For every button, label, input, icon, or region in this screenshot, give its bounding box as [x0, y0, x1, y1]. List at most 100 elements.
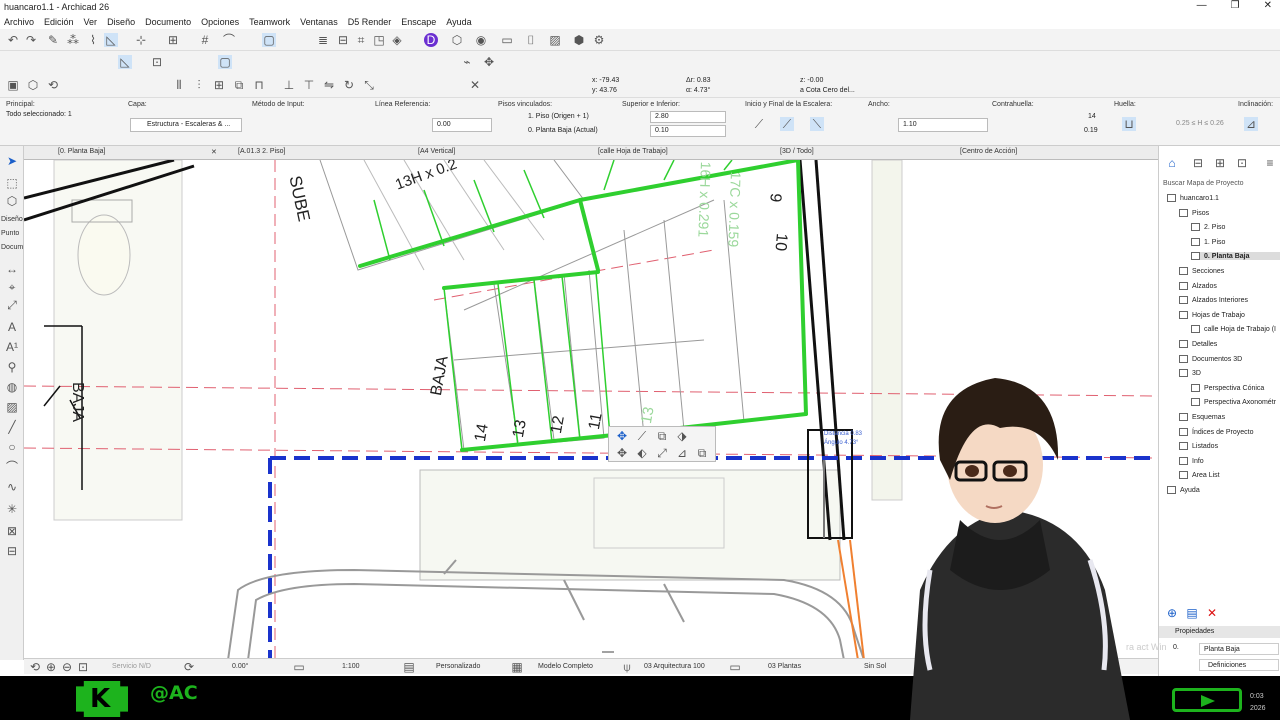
- tree-item[interactable]: Índices de Proyecto: [1179, 427, 1253, 436]
- settings-gear-icon[interactable]: ⚙: [592, 33, 606, 47]
- layer-combination[interactable]: Personalizado: [436, 663, 480, 670]
- lock-icon[interactable]: ⊓: [252, 78, 266, 92]
- tree-item[interactable]: Info: [1179, 456, 1204, 465]
- move-up-icon[interactable]: ⊥: [282, 78, 296, 92]
- tread-icon[interactable]: ⊔: [1122, 117, 1136, 131]
- offset-icon[interactable]: ✥: [615, 446, 629, 460]
- tab-2-piso[interactable]: [A.01.3 2. Piso]: [238, 148, 285, 155]
- hatch-icon[interactable]: ▨: [5, 400, 19, 414]
- menu-enscape[interactable]: Enscape: [401, 17, 436, 27]
- image-icon[interactable]: ▨: [548, 33, 562, 47]
- marquee-tool-icon[interactable]: ⬚: [5, 176, 19, 190]
- menu-d5render[interactable]: D5 Render: [348, 17, 392, 27]
- definitions-button[interactable]: Definiciones: [1199, 659, 1279, 671]
- stretch-icon[interactable]: ⬖: [635, 446, 649, 460]
- layer-settings-icon[interactable]: ≣: [316, 33, 330, 47]
- eyedropper-icon[interactable]: ⌇: [86, 33, 100, 47]
- orientation-angle[interactable]: 0.00°: [232, 663, 248, 670]
- fill-icon[interactable]: ◍: [5, 380, 19, 394]
- line-icon[interactable]: ╱: [5, 420, 19, 434]
- move-down-icon[interactable]: ⊤: [302, 78, 316, 92]
- arrow-tool-icon[interactable]: ➤: [5, 154, 19, 168]
- resize-tool-icon[interactable]: ⊿: [675, 446, 689, 460]
- piso-top[interactable]: 1. Piso (Origen + 1): [528, 113, 589, 120]
- close-button[interactable]: ✕: [1264, 0, 1272, 11]
- radial-icon[interactable]: ⤢: [5, 298, 19, 312]
- navigator-search[interactable]: Buscar Mapa de Proyecto: [1163, 180, 1244, 187]
- sun-status[interactable]: Sin Sol: [864, 663, 886, 670]
- width-input[interactable]: 1.10: [898, 118, 988, 132]
- zoom-out-icon[interactable]: ⊖: [60, 660, 74, 674]
- drawing-icon[interactable]: ⊟: [5, 544, 19, 558]
- slope-icon[interactable]: ⊿: [1244, 117, 1258, 131]
- orientation-icon[interactable]: ⟳: [182, 660, 196, 674]
- grid-icon[interactable]: #: [198, 33, 212, 47]
- video-icon[interactable]: ▭: [500, 33, 514, 47]
- snap-icon[interactable]: ⊹: [134, 33, 148, 47]
- pencil-icon[interactable]: ✎: [46, 33, 60, 47]
- tree-item[interactable]: huancaro1.1: [1167, 194, 1219, 202]
- dimension-std-value[interactable]: 03 Plantas: [768, 663, 801, 670]
- align-icon[interactable]: ⫴: [172, 78, 186, 92]
- orbit-icon[interactable]: ⟲: [46, 78, 60, 92]
- tree-item[interactable]: Area List: [1179, 471, 1220, 480]
- split-icon[interactable]: ⤢: [655, 446, 669, 460]
- menu-diseno[interactable]: Diseño: [107, 17, 135, 27]
- layer-select[interactable]: Estructura - Escaleras & ...: [130, 118, 242, 132]
- riser-height[interactable]: 0.19: [1084, 127, 1098, 134]
- tab-a4-vertical[interactable]: [A4 Vertical]: [418, 148, 455, 155]
- tree-item[interactable]: Alzados Interiores: [1179, 296, 1248, 305]
- linea-offset-input[interactable]: 0.00: [432, 118, 492, 132]
- guide-icon[interactable]: ◺: [118, 55, 132, 69]
- navigator-menu-icon[interactable]: ≡: [1263, 156, 1277, 170]
- stair-flip-icon[interactable]: ⟍: [810, 117, 824, 131]
- box-3d-icon[interactable]: ⬢: [572, 33, 586, 47]
- fit-window-icon[interactable]: ⊡: [76, 660, 90, 674]
- grid-snap-icon[interactable]: ⊞: [166, 33, 180, 47]
- menu-archivo[interactable]: Archivo: [4, 17, 34, 27]
- cube-icon[interactable]: ⬡: [450, 33, 464, 47]
- cube-view-icon[interactable]: ⬡: [26, 78, 40, 92]
- bottom-offset-input[interactable]: 0.10: [650, 125, 726, 137]
- zoom-in-icon[interactable]: ⊕: [44, 660, 58, 674]
- camera-icon[interactable]: ⌷: [524, 33, 538, 47]
- top-offset-input[interactable]: 2.80: [650, 111, 726, 123]
- scale-value[interactable]: 1:100: [342, 663, 360, 670]
- stair-end-icon[interactable]: ⟋: [780, 117, 794, 131]
- toolbox-punto[interactable]: Punto: [1, 230, 19, 237]
- tree-item[interactable]: 0. Planta Baja: [1191, 252, 1280, 261]
- menu-opciones[interactable]: Opciones: [201, 17, 239, 27]
- menu-documento[interactable]: Documento: [145, 17, 191, 27]
- tree-item[interactable]: 1. Piso: [1191, 237, 1225, 246]
- tree-item[interactable]: Perspectiva Axonométr: [1191, 398, 1276, 407]
- arrange-icon[interactable]: ⊞: [212, 78, 226, 92]
- plugin-d-icon[interactable]: D: [424, 33, 438, 47]
- minimize-button[interactable]: —: [1197, 0, 1207, 11]
- tab-3d[interactable]: [3D / Todo]: [780, 148, 814, 155]
- menu-ayuda[interactable]: Ayuda: [446, 17, 471, 27]
- ruler-icon[interactable]: ⌗: [354, 33, 368, 47]
- tab-centro-accion[interactable]: [Centro de Acción]: [960, 148, 1017, 155]
- circle-icon[interactable]: ○: [5, 440, 19, 454]
- zoom-undo-icon[interactable]: ⟲: [28, 660, 42, 674]
- properties-name[interactable]: Planta Baja: [1199, 643, 1279, 655]
- selection-rect-icon[interactable]: ▢: [262, 33, 276, 47]
- tree-item[interactable]: Alzados: [1179, 281, 1217, 290]
- mirror-tool-icon[interactable]: ⧉: [655, 429, 669, 443]
- tree-item[interactable]: Secciones: [1179, 267, 1224, 275]
- toolbox-docum[interactable]: Docum: [1, 244, 23, 251]
- tree-item[interactable]: Esquemas: [1179, 413, 1225, 421]
- tree-item[interactable]: 2. Piso: [1191, 223, 1225, 232]
- pen-sets-icon[interactable]: ⊟: [336, 33, 350, 47]
- new-view-icon[interactable]: ⊕: [1165, 606, 1179, 620]
- project-map-icon[interactable]: ⌂: [1165, 156, 1179, 170]
- riser-count[interactable]: 14: [1088, 113, 1096, 120]
- elevate-icon[interactable]: ⬗: [675, 429, 689, 443]
- dimension-icon[interactable]: ↔: [5, 262, 19, 276]
- drag-move-icon[interactable]: ✥: [615, 429, 629, 443]
- tree-item[interactable]: Pisos: [1179, 208, 1209, 217]
- stair-start-icon[interactable]: ⟋: [752, 117, 766, 131]
- snap-points-icon[interactable]: ⊡: [150, 55, 164, 69]
- tree-item[interactable]: 3D: [1179, 369, 1201, 378]
- tree-item[interactable]: Hojas de Trabajo: [1179, 310, 1245, 319]
